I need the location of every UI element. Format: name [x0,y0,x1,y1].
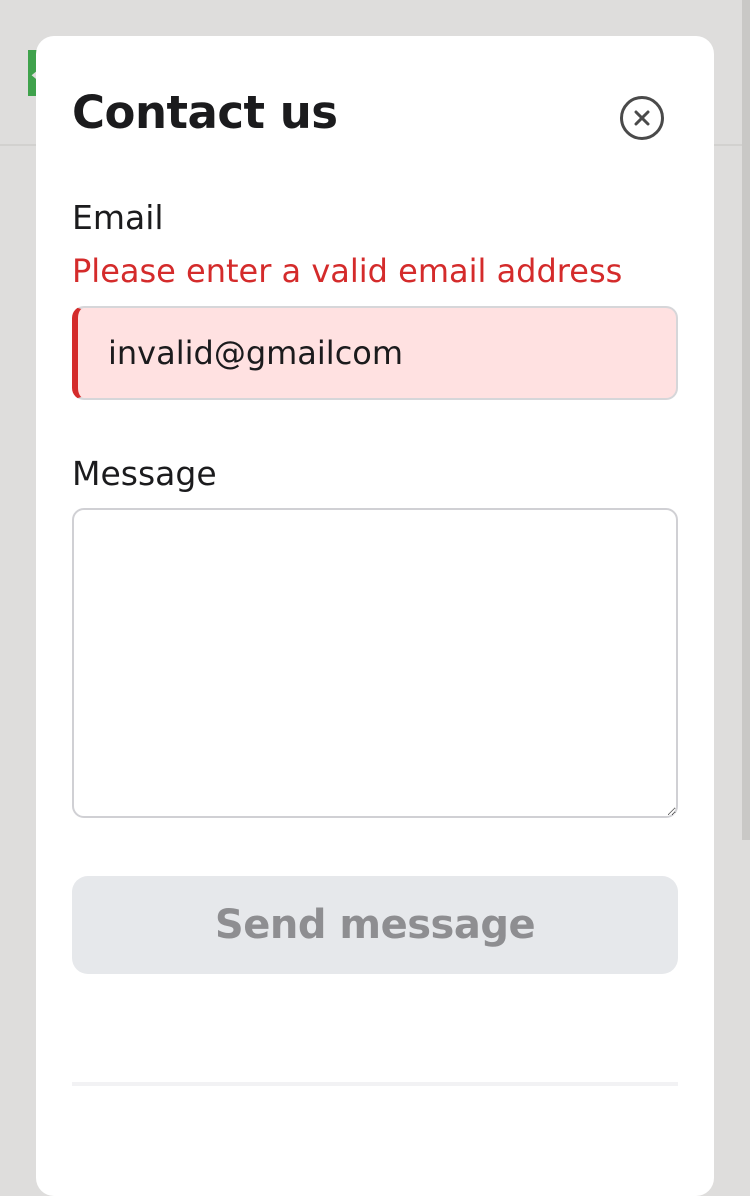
message-label: Message [72,454,217,493]
modal-title: Contact us [72,86,338,139]
close-button[interactable] [620,96,664,140]
scrollbar[interactable] [742,0,750,840]
close-icon [634,110,650,126]
email-label: Email [72,198,164,237]
contact-modal: Contact us Email Please enter a valid em… [36,36,714,1196]
email-error-message: Please enter a valid email address [72,252,623,290]
send-message-button[interactable]: Send message [72,876,678,974]
footer-divider [72,1082,678,1086]
email-input[interactable] [72,306,678,400]
message-textarea[interactable] [72,508,678,818]
